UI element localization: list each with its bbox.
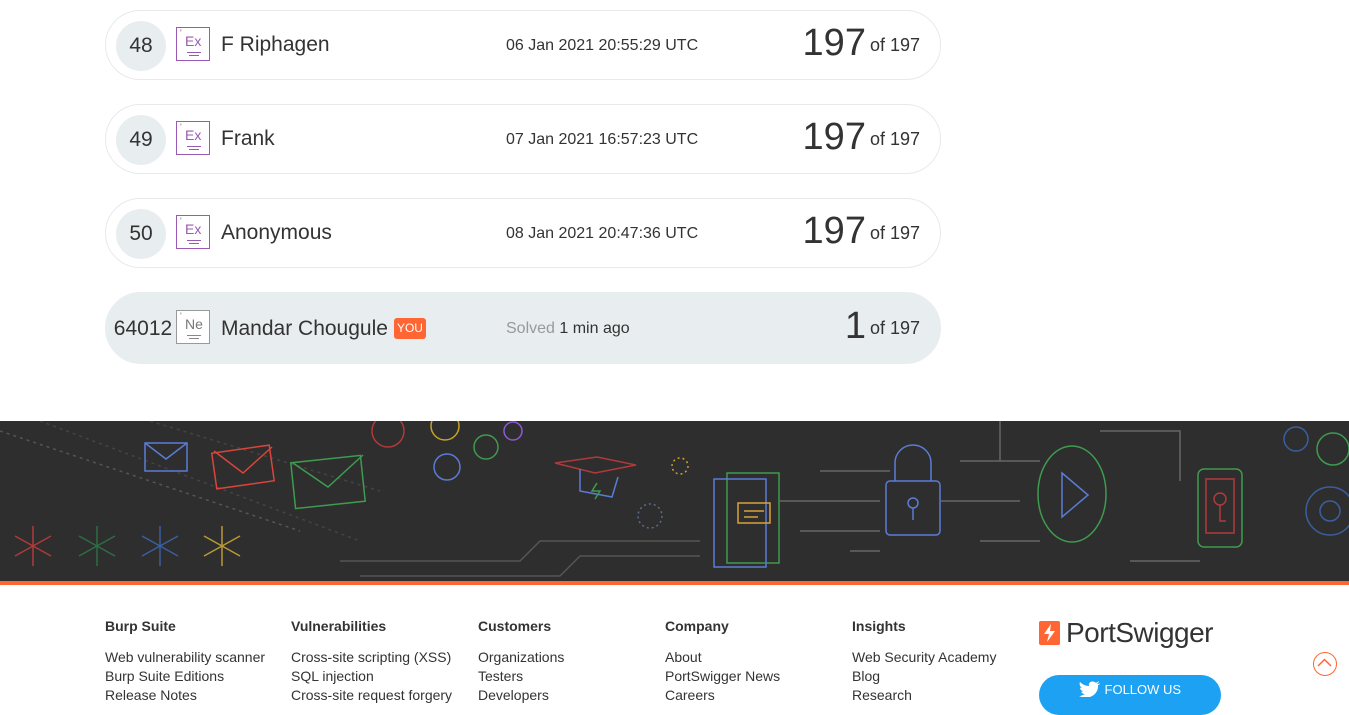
user-name-text: Mandar Chougule — [221, 317, 388, 340]
footer-link[interactable]: Research — [852, 686, 996, 705]
footer-column-company: Company About PortSwigger News Careers — [665, 618, 780, 705]
expert-badge-icon: ' Ex — [176, 121, 210, 155]
solved-time: 1 min ago — [559, 320, 630, 337]
chevron-up-icon — [1317, 658, 1332, 667]
badge-label: Ex — [185, 127, 202, 143]
follow-us-button[interactable]: FOLLOW US — [1039, 675, 1221, 715]
footer-link[interactable]: Testers — [478, 667, 564, 686]
score-value: 197 — [802, 22, 866, 64]
user-name: Anonymous — [221, 221, 332, 244]
newbie-badge-icon: ' Ne — [176, 310, 210, 344]
academy-banner-illustration — [0, 421, 1349, 581]
leaderboard-row: 48 ' Ex F Riphagen 06 Jan 2021 20:55:29 U… — [105, 10, 941, 80]
footer-link[interactable]: Cross-site request forgery — [291, 686, 452, 705]
leaderboard-row: 49 ' Ex Frank 07 Jan 2021 16:57:23 UTC 19… — [105, 104, 941, 174]
you-badge: YOU — [393, 318, 426, 339]
score: 197 of 197 — [803, 22, 920, 65]
rank-number: 64012 — [113, 317, 173, 340]
badge-label: Ne — [185, 316, 203, 332]
footer-heading: Burp Suite — [105, 618, 176, 634]
badge-label: Ex — [185, 221, 202, 237]
footer-link[interactable]: Cross-site scripting (XSS) — [291, 648, 452, 667]
footer-link[interactable]: Organizations — [478, 648, 564, 667]
rank-number: 50 — [116, 209, 166, 259]
rank-number: 49 — [116, 115, 166, 165]
footer-link[interactable]: SQL injection — [291, 667, 452, 686]
solved-label: Solved — [506, 320, 555, 337]
score-total: of 197 — [869, 223, 920, 243]
footer-link[interactable]: About — [665, 648, 780, 667]
logo-text: PortSwigger — [1066, 617, 1214, 648]
footer-link[interactable]: Developers — [478, 686, 564, 705]
footer-heading: Company — [665, 618, 729, 634]
user-name: F Riphagen — [221, 33, 330, 56]
expert-badge-icon: ' Ex — [176, 27, 210, 61]
footer-link[interactable]: Web Security Academy — [852, 648, 996, 667]
score-total: of 197 — [869, 35, 920, 55]
footer-column-burp: Burp Suite Web vulnerability scanner Bur… — [105, 618, 265, 705]
site-footer: Burp Suite Web vulnerability scanner Bur… — [0, 585, 1349, 715]
score: 197 of 197 — [803, 210, 920, 253]
footer-link[interactable]: Web vulnerability scanner — [105, 648, 265, 667]
footer-heading: Insights — [852, 618, 906, 634]
portswigger-bolt-icon — [1039, 621, 1060, 645]
footer-column-customers: Customers Organizations Testers Develope… — [478, 618, 564, 705]
score: 1 of 197 — [845, 305, 920, 348]
score-value: 1 — [844, 305, 866, 347]
score-value: 197 — [802, 210, 866, 252]
footer-link[interactable]: Release Notes — [105, 686, 265, 705]
follow-us-label: FOLLOW US — [1104, 682, 1182, 697]
solved-date: 08 Jan 2021 20:47:36 UTC — [506, 225, 699, 242]
current-user-row: 64012 ' Ne Mandar Chougule YOU Solved 1 mi… — [105, 292, 941, 364]
solved-date: 06 Jan 2021 20:55:29 UTC — [506, 37, 699, 54]
score-value: 197 — [802, 116, 866, 158]
user-name: Mandar Chougule YOU — [221, 317, 426, 341]
footer-link[interactable]: Careers — [665, 686, 780, 705]
footer-link[interactable]: Blog — [852, 667, 996, 686]
banner-art-icon — [0, 421, 1349, 577]
footer-link[interactable]: Burp Suite Editions — [105, 667, 265, 686]
score: 197 of 197 — [803, 116, 920, 159]
user-name: Frank — [221, 127, 275, 150]
scroll-to-top-button[interactable] — [1313, 652, 1337, 676]
footer-heading: Vulnerabilities — [291, 618, 387, 634]
solved-status: Solved 1 min ago — [506, 320, 630, 338]
badge-label: Ex — [185, 33, 202, 49]
rank-number: 48 — [116, 21, 166, 71]
expert-badge-icon: ' Ex — [176, 215, 210, 249]
score-total: of 197 — [869, 129, 920, 149]
footer-link[interactable]: PortSwigger News — [665, 667, 780, 686]
solved-date: 07 Jan 2021 16:57:23 UTC — [506, 131, 699, 148]
footer-heading: Customers — [478, 618, 552, 634]
twitter-bird-icon — [1078, 681, 1105, 698]
score-total: of 197 — [869, 318, 920, 338]
footer-column-insights: Insights Web Security Academy Blog Resea… — [852, 618, 996, 705]
footer-column-vulnerabilities: Vulnerabilities Cross-site scripting (XS… — [291, 618, 452, 705]
leaderboard-row: 50 ' Ex Anonymous 08 Jan 2021 20:47:36 UT… — [105, 198, 941, 268]
